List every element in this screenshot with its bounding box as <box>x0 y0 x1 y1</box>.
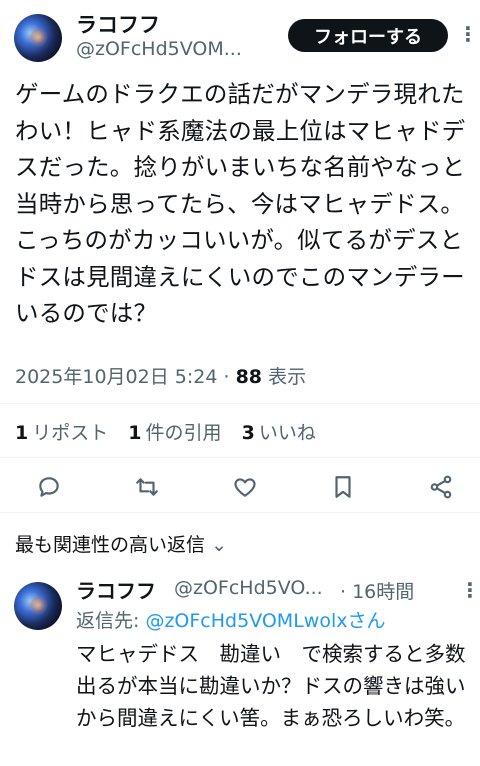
more-options-icon[interactable]: ⋮ <box>460 578 480 602</box>
reply-to-label: 返信先: <box>76 610 146 632</box>
reply-sort-selector[interactable]: 最も関連性の高い返信 ⌄ <box>15 530 227 557</box>
reply-to-handle[interactable]: @zOFcHd5VOMLwolxさん <box>145 610 385 632</box>
avatar[interactable] <box>14 14 62 62</box>
divider <box>0 457 480 458</box>
likes-stat[interactable]: 3 いいね <box>242 422 316 444</box>
likes-count: 3 <box>241 422 255 444</box>
quotes-label: 件の引用 <box>145 422 222 444</box>
reply-time[interactable]: · 16時間 <box>340 577 414 604</box>
post-text: ゲームのドラクエの話だがマンデラ現れたわい！ヒャド系魔法の最上位はマヒャドデスだ… <box>15 80 466 327</box>
quotes-count: 1 <box>128 422 142 444</box>
post-meta: 2025年10月02日 5:24 · 88 表示 <box>15 362 306 389</box>
engagement-stats: 1 リポスト 1 件の引用 3 いいね <box>15 418 330 445</box>
views-label: 表示 <box>268 366 307 388</box>
reply-author-name[interactable]: ラコフフ <box>76 575 156 604</box>
quotes-stat[interactable]: 1 件の引用 <box>128 422 221 444</box>
more-options-icon[interactable]: ⋮ <box>458 22 479 46</box>
repost-icon[interactable] <box>134 474 160 500</box>
chevron-down-icon: ⌄ <box>211 534 227 556</box>
avatar[interactable] <box>14 582 62 630</box>
post-timestamp[interactable]: 2025年10月02日 5:24 <box>15 366 217 388</box>
author-name[interactable]: ラコフフ <box>76 9 160 39</box>
divider <box>0 403 480 404</box>
share-icon[interactable] <box>428 474 454 500</box>
reposts-count: 1 <box>15 422 29 444</box>
divider <box>0 512 480 513</box>
bookmark-icon[interactable] <box>330 474 356 500</box>
like-icon[interactable] <box>232 474 258 500</box>
reposts-stat[interactable]: 1 リポスト <box>15 422 108 444</box>
views-count: 88 <box>235 366 263 388</box>
action-bar <box>0 468 480 504</box>
reposts-label: リポスト <box>32 422 109 444</box>
reply-icon[interactable] <box>36 474 62 500</box>
reply-to-line: 返信先: @zOFcHd5VOMLwolxさん <box>76 606 385 633</box>
likes-label: いいね <box>258 422 316 444</box>
reply-text: マヒャデドス 勘違い で検索すると多数出るが本当に勘違いか？ドスの響きは強いから… <box>76 642 466 730</box>
meta-separator: · <box>223 366 230 388</box>
reply-sort-label: 最も関連性の高い返信 <box>15 534 206 556</box>
follow-button[interactable]: フォローする <box>288 19 448 52</box>
author-handle[interactable]: @zOFcHd5VOM... <box>76 38 242 60</box>
reply-author-handle[interactable]: @zOFcHd5VO... <box>174 577 323 599</box>
